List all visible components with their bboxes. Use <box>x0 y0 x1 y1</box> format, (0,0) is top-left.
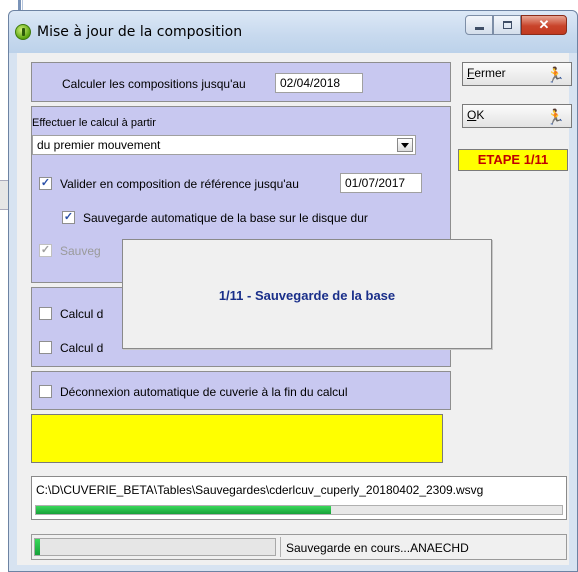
background-desktop <box>0 0 578 10</box>
disconnect-checkbox[interactable] <box>39 385 52 398</box>
autosave-checkbox[interactable]: ✓ <box>62 211 75 224</box>
status-progress-fill <box>35 539 40 555</box>
step-badge: ETAPE 1/11 <box>458 149 568 171</box>
calc-from-selected-value: du premier mouvement <box>37 138 161 152</box>
status-bar: Sauvegarde en cours...ANAECHD <box>31 534 567 560</box>
minimize-button[interactable] <box>465 15 493 35</box>
calc-option-2-label: Calcul d <box>60 341 104 355</box>
maximize-icon <box>502 21 512 29</box>
app-power-icon[interactable] <box>15 24 31 40</box>
backup-path-box: C:\D\CUVERIE_BETA\Tables\Sauvegardes\cde… <box>31 476 567 520</box>
minimize-icon <box>474 26 484 30</box>
calc-from-select[interactable]: du premier mouvement <box>32 135 416 155</box>
title-bar[interactable]: Mise à jour de la composition ✕ <box>9 11 577 53</box>
calc-from-label: Effectuer le calcul à partir <box>32 117 156 129</box>
caption-buttons: ✕ <box>465 15 567 37</box>
validate-reference-date-field[interactable]: 01/07/2017 <box>340 173 422 193</box>
ok-button-accel: O <box>467 108 477 122</box>
close-button[interactable]: Fermer 🏃 <box>462 62 572 86</box>
status-progress-bar <box>34 538 276 556</box>
autosave-label: Sauvegarde automatique de la base sur le… <box>83 211 368 225</box>
group-disconnect: Déconnexion automatique de cuverie à la … <box>31 371 451 410</box>
ok-button[interactable]: OK 🏃 <box>462 104 572 128</box>
close-icon: ✕ <box>538 17 550 32</box>
dialog-window: Mise à jour de la composition ✕ Calculer… <box>8 10 578 572</box>
validate-reference-checkbox[interactable]: ✓ <box>39 177 52 190</box>
backup-path-text: C:\D\CUVERIE_BETA\Tables\Sauvegardes\cde… <box>36 483 484 497</box>
calc-until-date-field[interactable]: 02/04/2018 <box>275 73 363 93</box>
running-man-exit-icon: 🏃 <box>546 67 565 84</box>
message-panel <box>31 414 443 463</box>
save-option-checkbox[interactable]: ✓ <box>39 244 52 257</box>
backup-progress-bar <box>35 505 563 515</box>
window-title: Mise à jour de la composition <box>37 24 243 40</box>
disconnect-label: Déconnexion automatique de cuverie à la … <box>60 385 348 399</box>
backup-progress-fill <box>36 506 331 514</box>
calc-option-2-checkbox[interactable] <box>39 341 52 354</box>
save-option-label: Sauveg <box>60 244 101 258</box>
status-divider <box>280 537 281 557</box>
overlay-message: 1/11 - Sauvegarde de la base <box>218 288 396 303</box>
progress-overlay: 1/11 - Sauvegarde de la base <box>122 239 492 349</box>
status-text: Sauvegarde en cours...ANAECHD <box>286 541 469 555</box>
validate-reference-label: Valider en composition de référence jusq… <box>60 177 299 191</box>
calc-option-1-checkbox[interactable] <box>39 307 52 320</box>
maximize-button[interactable] <box>493 15 521 35</box>
group-calc-until: Calculer les compositions jusqu'au 02/04… <box>31 62 451 102</box>
calc-until-label: Calculer les compositions jusqu'au <box>62 77 246 91</box>
running-man-go-icon: 🏃 <box>546 109 565 126</box>
chevron-down-icon[interactable] <box>397 138 413 152</box>
close-button-label: ermer <box>474 66 506 80</box>
dialog-client-area: Calculer les compositions jusqu'au 02/04… <box>17 53 572 565</box>
calc-option-1-label: Calcul d <box>60 307 104 321</box>
ok-button-label: K <box>476 108 485 122</box>
close-window-button[interactable]: ✕ <box>521 15 567 35</box>
